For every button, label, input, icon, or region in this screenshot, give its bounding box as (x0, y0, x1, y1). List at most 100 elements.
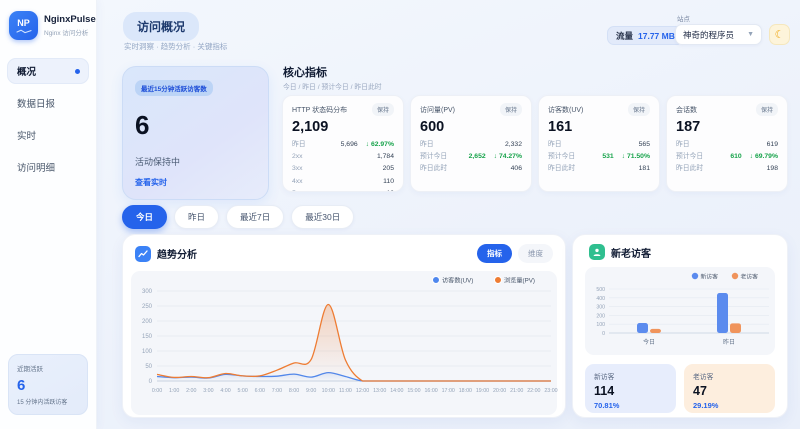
new-vs-returning-card: 新老访客 0100200300400500今日昨日新访客老访客 新访客 114 … (572, 234, 788, 418)
svg-text:23:00: 23:00 (544, 388, 557, 394)
svg-text:100: 100 (142, 349, 153, 355)
view-realtime-link[interactable]: 查看实时 (135, 177, 256, 188)
metric-card-visitors: 访客数(UV) 保持 161 昨日565预计今日531↓ 71.50%昨日此时1… (538, 95, 660, 192)
metric-label: 会话数 (676, 105, 697, 115)
svg-text:3:00: 3:00 (203, 388, 213, 394)
theme-toggle-button[interactable]: ☾ (769, 24, 790, 45)
svg-text:150: 150 (142, 334, 153, 340)
metric-rows: 昨日565预计今日531↓ 71.50%昨日此时181 (548, 139, 650, 176)
metric-value: 600 (420, 119, 522, 135)
legend-item[interactable]: 浏览量(PV) (495, 277, 535, 285)
site-label: 站点 (677, 13, 690, 23)
svg-text:老访客: 老访客 (741, 272, 759, 280)
svg-text:17:00: 17:00 (442, 388, 455, 394)
metric-row: 4xx110 (292, 176, 394, 188)
tab-yesterday[interactable]: 昨日 (174, 205, 219, 229)
svg-text:300: 300 (142, 289, 153, 295)
metric-value: 161 (548, 119, 650, 135)
metric-label: 访客数(UV) (548, 105, 583, 115)
sidebar: NP NginxPulse Nginx 访问分析 概况 数据日报 实时 访问明细… (0, 0, 97, 429)
tab-last-30-days[interactable]: 最近30日 (291, 205, 354, 229)
svg-text:18:00: 18:00 (459, 388, 472, 394)
app-subtitle: Nginx 访问分析 (44, 27, 96, 37)
logo-text: NP (17, 18, 30, 28)
metric-status-badge: 保持 (372, 103, 394, 116)
svg-text:50: 50 (145, 364, 152, 370)
app-name: NginxPulse (44, 14, 96, 25)
sidebar-item-label: 概况 (17, 64, 36, 78)
svg-text:14:00: 14:00 (390, 388, 403, 394)
sidebar-footer-value: 6 (17, 377, 79, 394)
svg-text:16:00: 16:00 (424, 388, 437, 394)
svg-text:250: 250 (142, 304, 153, 310)
app-title-block: NginxPulse Nginx 访问分析 (44, 14, 96, 37)
stat-value: 114 (594, 384, 667, 398)
sidebar-item-visit-detail[interactable]: 访问明细 (7, 154, 89, 180)
trend-analysis-card: 趋势分析 指标 维度 0501001502002503000:001:002:0… (122, 234, 566, 418)
metric-row: 昨日565 (548, 139, 650, 151)
metric-rows: 昨日5,696↓ 62.97%2xx1,7843xx2054xx1105xx10 (292, 139, 394, 192)
svg-text:6:00: 6:00 (255, 388, 265, 394)
metric-row: 预计今日610↓ 69.79% (676, 151, 778, 163)
svg-text:0:00: 0:00 (152, 388, 162, 394)
page-subtitle: 实时洞察 · 趋势分析 · 关键指标 (124, 41, 227, 52)
stat-percent: 29.19% (693, 401, 766, 410)
metric-card-sessions: 会话数 保持 187 昨日619预计今日610↓ 69.79%昨日此时198 (666, 95, 788, 192)
metric-value: 2,109 (292, 119, 394, 135)
svg-text:19:00: 19:00 (476, 388, 489, 394)
sidebar-item-label: 访问明细 (17, 160, 55, 174)
metric-label: 访问量(PV) (420, 105, 455, 115)
metric-row: 昨日619 (676, 139, 778, 151)
tab-last-7-days[interactable]: 最近7日 (226, 205, 284, 229)
svg-text:浏览量(PV): 浏览量(PV) (504, 277, 535, 285)
sidebar-item-realtime[interactable]: 实时 (7, 122, 89, 148)
legend-item[interactable]: 访客数(UV) (433, 277, 474, 285)
logo-wave-icon (16, 29, 32, 34)
stat-percent: 70.81% (594, 401, 667, 410)
metric-row: 昨日此时181 (548, 163, 650, 175)
metric-row: 预计今日2,652↓ 74.27% (420, 151, 522, 163)
metric-row: 昨日2,332 (420, 139, 522, 151)
site-select-dropdown[interactable]: 神奇的程序员 ▼ (675, 24, 762, 45)
sidebar-item-overview[interactable]: 概况 (7, 58, 89, 84)
stat-value: 47 (693, 384, 766, 398)
svg-text:11:00: 11:00 (339, 388, 352, 394)
visitors-title: 新老访客 (611, 245, 651, 260)
metric-status-badge: 保持 (500, 103, 522, 116)
sidebar-item-daily-report[interactable]: 数据日报 (7, 90, 89, 116)
svg-text:今日: 今日 (643, 338, 655, 346)
visitor-stats-row: 新访客 114 70.81% 老访客 47 29.19% (585, 364, 775, 413)
legend-item[interactable]: 新访客 (692, 272, 718, 280)
sidebar-item-label: 实时 (17, 128, 36, 142)
trend-toggle-dimension-button[interactable]: 维度 (518, 244, 553, 263)
visitors-bar-chart: 0100200300400500今日昨日新访客老访客 (585, 267, 775, 355)
svg-text:7:00: 7:00 (272, 388, 282, 394)
stat-label: 新访客 (594, 371, 667, 381)
site-selected-value: 神奇的程序员 (683, 29, 734, 41)
sidebar-item-label: 数据日报 (17, 96, 55, 110)
chevron-down-icon: ▼ (747, 31, 754, 38)
tab-today[interactable]: 今日 (122, 205, 167, 229)
svg-text:9:00: 9:00 (306, 388, 316, 394)
trend-title: 趋势分析 (157, 246, 197, 261)
svg-text:12:00: 12:00 (356, 388, 369, 394)
core-metrics-title: 核心指标 (283, 64, 327, 80)
svg-text:500: 500 (596, 287, 605, 293)
metric-label: HTTP 状态码分布 (292, 105, 347, 115)
svg-text:13:00: 13:00 (373, 388, 386, 394)
traffic-value: 17.77 MB (638, 31, 675, 41)
svg-text:8:00: 8:00 (289, 388, 299, 394)
svg-text:2:00: 2:00 (186, 388, 196, 394)
trend-chart-icon (135, 246, 151, 262)
svg-text:200: 200 (142, 319, 153, 325)
svg-text:10:00: 10:00 (322, 388, 335, 394)
active-visitors-card: 最近15分钟活跃访客数 6 活动保持中 查看实时 (122, 66, 269, 200)
sidebar-footer-caption: 15 分钟内活跃访客 (17, 397, 79, 406)
svg-text:22:00: 22:00 (527, 388, 540, 394)
sidebar-active-visitors-card: 近期活跃 6 15 分钟内活跃访客 (8, 354, 88, 415)
metric-value: 187 (676, 119, 778, 135)
legend-item[interactable]: 老访客 (732, 272, 758, 280)
active-indicator-dot (75, 69, 80, 74)
metric-row: 5xx10 (292, 188, 394, 192)
trend-toggle-metric-button[interactable]: 指标 (477, 244, 512, 263)
